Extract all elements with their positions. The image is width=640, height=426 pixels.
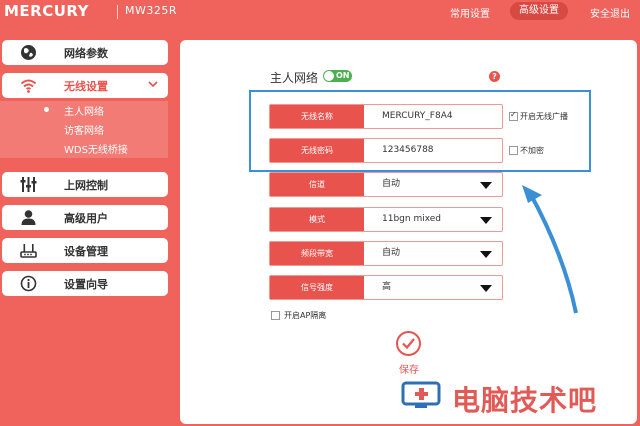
sidebar-item-label: 上网控制 xyxy=(64,179,108,192)
top-bar: MERCURY MW325R 常用设置 高级设置 安全退出 xyxy=(0,0,640,26)
wifi-icon xyxy=(20,79,37,93)
page-title: 主人网络 xyxy=(270,71,319,85)
model-name: MW325R xyxy=(125,4,178,17)
select-value: 11bgn mixed xyxy=(382,214,442,224)
no-encryption-checkbox[interactable] xyxy=(509,146,518,155)
nav-advanced-settings[interactable]: 高级设置 xyxy=(510,2,568,20)
sidebar-item-access-control[interactable]: 上网控制 xyxy=(2,172,168,197)
select-value: 高 xyxy=(382,282,392,292)
select-value: 自动 xyxy=(382,248,401,258)
select-label: 信号强度 xyxy=(270,276,364,299)
user-icon xyxy=(21,210,36,225)
toggle-knob xyxy=(324,71,334,81)
sidebar-item-network[interactable]: 网络参数 xyxy=(2,40,168,65)
caret-down-icon xyxy=(480,285,492,292)
info-icon xyxy=(20,275,37,292)
wireless-submenu: 主人网络 访客网络 WDS无线桥接 xyxy=(0,101,168,158)
ap-isolation-label: 开启AP隔离 xyxy=(284,311,327,320)
sidebar-item-device-management[interactable]: 设备管理 xyxy=(2,238,168,263)
brand-divider xyxy=(117,5,118,19)
sidebar-item-label: 高级用户 xyxy=(64,212,108,225)
sliders-icon xyxy=(20,177,37,192)
submenu-host-network[interactable]: 主人网络 xyxy=(64,103,104,118)
save-button[interactable] xyxy=(396,331,421,356)
host-network-toggle[interactable]: ON xyxy=(323,70,352,82)
select-label: 频段带宽 xyxy=(270,242,364,265)
sidebar-item-setup-wizard[interactable]: 设置向导 xyxy=(2,271,168,296)
ssid-field[interactable]: 无线名称 MERCURY_F8A4 xyxy=(269,104,503,129)
sidebar-item-label: 无线设置 xyxy=(64,80,108,93)
caret-down-icon xyxy=(480,182,492,189)
nav-common-settings[interactable]: 常用设置 xyxy=(450,5,490,20)
no-encryption-label: 不加密 xyxy=(520,146,544,155)
ap-isolation-checkbox[interactable] xyxy=(271,311,280,320)
password-field[interactable]: 无线密码 123456788 xyxy=(269,138,503,163)
watermark-text: 电脑技术吧 xyxy=(452,384,598,417)
submenu-wds-bridge[interactable]: WDS无线桥接 xyxy=(64,141,128,156)
nav-advanced-label: 高级设置 xyxy=(519,5,559,16)
annotation-arrow-icon xyxy=(522,185,578,314)
check-icon xyxy=(402,338,415,350)
brand-logo: MERCURY xyxy=(4,2,90,20)
help-icon[interactable]: ? xyxy=(489,71,500,82)
nav-logout[interactable]: 安全退出 xyxy=(590,5,630,20)
toggle-label: ON xyxy=(336,71,350,80)
selected-dot-icon xyxy=(44,107,49,112)
broadcast-checkbox[interactable] xyxy=(509,110,518,121)
bandwidth-select[interactable]: 频段带宽 自动 xyxy=(269,241,503,266)
watermark-monitor-icon xyxy=(401,381,441,408)
submenu-guest-network[interactable]: 访客网络 xyxy=(64,122,104,137)
chevron-down-icon xyxy=(148,81,158,88)
select-label: 信道 xyxy=(270,173,364,196)
select-value: 自动 xyxy=(382,179,401,189)
sidebar-item-label: 设置向导 xyxy=(64,278,108,291)
globe-icon xyxy=(21,45,36,60)
sidebar-item-label: 网络参数 xyxy=(64,47,108,60)
password-input[interactable]: 123456788 xyxy=(382,139,434,162)
caret-down-icon xyxy=(480,217,492,224)
save-label[interactable]: 保存 xyxy=(399,361,419,376)
sidebar-item-wireless[interactable]: 无线设置 xyxy=(2,73,168,98)
caret-down-icon xyxy=(480,251,492,258)
sidebar-item-label: 设备管理 xyxy=(64,245,108,258)
signal-strength-select[interactable]: 信号强度 高 xyxy=(269,275,503,300)
channel-select[interactable]: 信道 自动 xyxy=(269,172,503,197)
ssid-input[interactable]: MERCURY_F8A4 xyxy=(382,105,453,128)
field-label: 无线名称 xyxy=(270,105,364,128)
mode-select[interactable]: 模式 11bgn mixed xyxy=(269,207,503,232)
broadcast-label: 开启无线广播 xyxy=(520,112,568,121)
select-label: 模式 xyxy=(270,208,364,231)
field-label: 无线密码 xyxy=(270,139,364,162)
router-icon xyxy=(20,244,37,258)
sidebar-item-advanced-user[interactable]: 高级用户 xyxy=(2,205,168,230)
